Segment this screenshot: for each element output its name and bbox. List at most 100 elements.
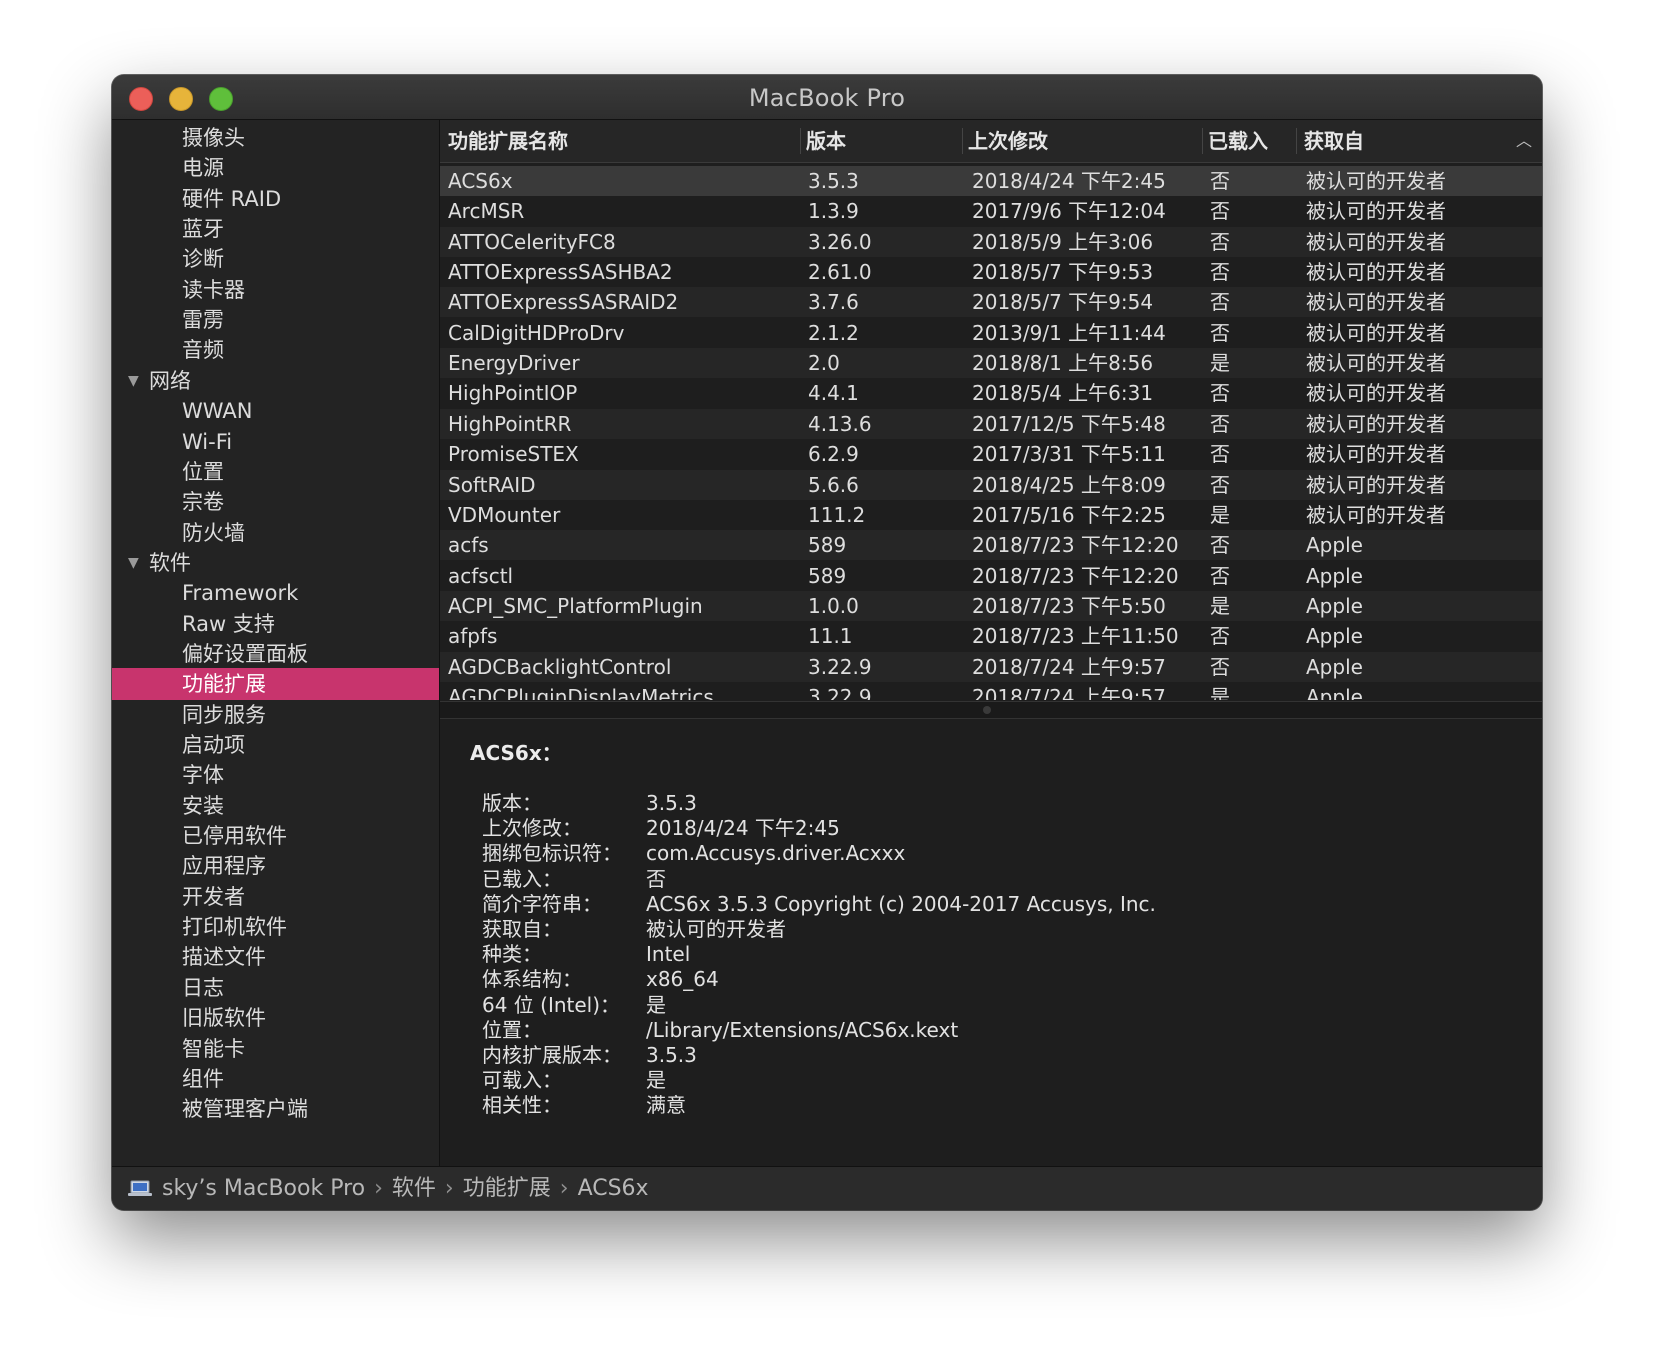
table-cell-version: 111.2 [808,502,866,527]
sidebar-item[interactable]: 启动项 [112,729,439,761]
property-value: x86_64 [646,967,719,992]
title-bar[interactable]: MacBook Pro [112,75,1542,120]
table-row[interactable]: HighPointIOP 4.4.1 2018/5/4 上午6:31 否 被认可的开发者 [440,378,1542,409]
sidebar-item[interactable]: 硬件 RAID [112,183,439,215]
table-row[interactable]: ArcMSR 1.3.9 2017/9/6 下午12:04 否 被认可的开发者 [440,196,1542,227]
sidebar-item[interactable]: 智能卡 [112,1033,439,1065]
column-header-version[interactable]: 版本 [806,120,846,162]
table-cell-loaded: 否 [1210,624,1230,649]
table-row[interactable]: AGDCPluginDisplayMetrics 3.22.9 2018/7/24 … [440,681,1542,700]
table-row[interactable]: PromiseSTEX 6.2.9 2017/3/31 下午5:11 否 被认可的开发者 [440,439,1542,470]
table-row[interactable]: CalDigitHDProDrv 2.1.2 2013/9/1 上午11:44 否 被认… [440,317,1542,348]
property-row: 获取自： 被认可的开发者 [482,917,1522,942]
column-divider[interactable] [1296,128,1297,154]
table-cell-loaded: 否 [1210,260,1230,285]
sidebar-item-label: 智能卡 [182,1036,245,1061]
sidebar-item[interactable]: 电源 [112,152,439,184]
sidebar-item[interactable]: 诊断 [112,243,439,275]
sidebar-item[interactable]: 读卡器 [112,274,439,306]
sidebar-item[interactable]: 同步服务 [112,699,439,731]
table-cell-version: 11.1 [808,624,853,649]
table-cell-loaded: 否 [1210,229,1230,254]
sidebar-item[interactable]: 被管理客户端 [112,1093,439,1125]
sidebar-group[interactable]: ▼ 软件 [112,547,439,579]
column-divider[interactable] [800,128,801,154]
sidebar-item[interactable]: 音频 [112,334,439,366]
table-cell-name: HighPointRR [448,411,572,436]
table-row[interactable]: SoftRAID 5.6.6 2018/4/25 上午8:09 否 被认可的开发者 [440,469,1542,500]
sidebar-item[interactable]: 打印机软件 [112,911,439,943]
table-row[interactable]: acfsctl 589 2018/7/23 下午12:20 否 Apple [440,560,1542,591]
table-cell-source: 被认可的开发者 [1306,199,1446,224]
table-cell-loaded: 否 [1210,654,1230,679]
disclosure-triangle-icon[interactable]: ▼ [128,547,139,579]
sort-ascending-icon[interactable]: ︿ [1516,120,1532,162]
table-cell-loaded: 是 [1210,684,1230,700]
sidebar-item[interactable]: 蓝牙 [112,213,439,245]
table-cell-loaded: 否 [1210,169,1230,193]
table-row[interactable]: AGDCBacklightControl 3.22.9 2018/7/24 上午9:… [440,651,1542,682]
table-row[interactable]: VDMounter 111.2 2017/5/16 下午2:25 是 被认可的开发者 [440,499,1542,530]
sidebar: 摄像头 电源 硬件 RAID 蓝牙 诊断 读卡器 雷雳 音频 ▼ 网络 WWAN Wi-Fi 位置 宗卷防… [112,120,440,1166]
breadcrumb-item[interactable]: 软件 [392,1176,436,1201]
table-cell-version: 4.13.6 [808,411,872,436]
table-cell-name: acfs [448,533,489,558]
sidebar-item[interactable]: 应用程序 [112,850,439,882]
sidebar-item[interactable]: 安装 [112,790,439,822]
table-row[interactable]: HighPointRR 4.13.6 2017/12/5 下午5:48 否 被认可的开发… [440,408,1542,439]
sidebar-item[interactable]: Wi-Fi [112,426,439,458]
breadcrumb-item[interactable]: 功能扩展 [463,1176,551,1201]
table-cell-loaded: 否 [1210,442,1230,467]
sidebar-item[interactable]: 旧版软件 [112,1002,439,1034]
column-divider[interactable] [962,128,963,154]
split-view-divider[interactable] [440,701,1542,719]
sidebar-item[interactable]: 描述文件 [112,941,439,973]
table-cell-source: Apple [1306,684,1363,700]
sidebar-item[interactable]: 防火墙 [112,517,439,549]
table-cell-version: 589 [808,563,847,588]
breadcrumb-item[interactable]: ACS6x [578,1176,649,1201]
sidebar-item[interactable]: 开发者 [112,881,439,913]
sidebar-item[interactable]: 字体 [112,759,439,791]
table-cell-name: ACPI_SMC_PlatformPlugin [448,593,703,618]
table-cell-modified: 2018/5/7 下午9:53 [972,260,1154,285]
sidebar-item[interactable]: 已停用软件 [112,820,439,852]
sidebar-item[interactable]: 组件 [112,1063,439,1095]
table-row[interactable]: ACS6x 3.5.3 2018/4/24 下午2:45 否 被认可的开发者 [440,166,1542,196]
sidebar-item[interactable]: 偏好设置面板 [112,638,439,670]
table-row[interactable]: ATTOCelerityFC8 3.26.0 2018/5/9 上午3:06 否 被认可… [440,226,1542,257]
sidebar-item[interactable]: 宗卷 [112,486,439,518]
column-header-loaded[interactable]: 已载入 [1208,120,1268,162]
sidebar-item-label: 组件 [182,1066,224,1091]
sidebar-item[interactable]: Framework [112,577,439,609]
table-row[interactable]: afpfs 11.1 2018/7/23 上午11:50 否 Apple [440,621,1542,652]
sidebar-item-label: 功能扩展 [182,672,266,697]
sidebar-item[interactable]: WWAN [112,395,439,427]
property-row: 位置： /Library/Extensions/ACS6x.kext [482,1018,1522,1043]
table-row[interactable]: ATTOExpressSASRAID2 3.7.6 2018/5/7 下午9:54 否… [440,287,1542,318]
sidebar-item[interactable]: 功能扩展 [112,668,439,701]
column-header-source[interactable]: 获取自 [1304,120,1364,162]
table-row[interactable]: EnergyDriver 2.0 2018/8/1 上午8:56 是 被认可的开发者 [440,348,1542,379]
table-cell-version: 1.0.0 [808,593,859,618]
table-cell-source: 被认可的开发者 [1306,381,1446,406]
table-row[interactable]: acfs 589 2018/7/23 下午12:20 否 Apple [440,530,1542,561]
sidebar-group[interactable]: ▼ 网络 [112,365,439,397]
sidebar-item[interactable]: 日志 [112,972,439,1004]
divider-grip-icon[interactable] [983,706,991,714]
column-header-modified[interactable]: 上次修改 [968,120,1048,162]
property-key: 已载入： [482,866,562,891]
sidebar-item[interactable]: 摄像头 [112,122,439,154]
sidebar-item[interactable]: Raw 支持 [112,608,439,640]
breadcrumb-item[interactable]: sky’s MacBook Pro [162,1176,365,1201]
table-cell-name: VDMounter [448,502,561,527]
disclosure-triangle-icon[interactable]: ▼ [128,365,139,397]
column-header-name[interactable]: 功能扩展名称 [448,120,568,162]
table-row[interactable]: ACPI_SMC_PlatformPlugin 1.0.0 2018/7/23 下午… [440,590,1542,621]
property-row: 相关性： 满意 [482,1093,1522,1118]
sidebar-item[interactable]: 雷雳 [112,304,439,336]
table-cell-modified: 2018/7/23 下午5:50 [972,593,1166,618]
column-divider[interactable] [1202,128,1203,154]
table-row[interactable]: ATTOExpressSASHBA2 2.61.0 2018/5/7 下午9:53 否… [440,257,1542,288]
sidebar-item[interactable]: 位置 [112,456,439,488]
